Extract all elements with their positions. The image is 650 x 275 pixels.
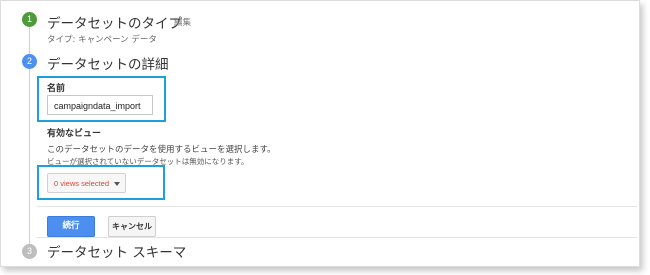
views-select-label: 0 views selected	[54, 179, 110, 188]
views-select-dropdown[interactable]: 0 views selected	[47, 173, 126, 193]
section-divider	[37, 206, 637, 207]
step-connector-line	[29, 69, 30, 244]
dataset-name-input[interactable]: campaigndata_import	[47, 95, 153, 115]
chevron-down-icon	[114, 182, 120, 186]
step-3-title: データセット スキーマ	[47, 245, 187, 261]
name-label: 名前	[47, 84, 66, 94]
step-1-indicator: 1	[22, 12, 37, 27]
continue-button[interactable]: 続行	[47, 216, 95, 237]
edit-link[interactable]: 編集	[174, 16, 191, 28]
step-3-indicator: 3	[22, 244, 37, 259]
dataset-wizard-panel: 1 データセットのタイプ 編集 タイプ: キャンペーン データ 2 データセット…	[0, 0, 640, 267]
step-1-title: データセットのタイプ	[47, 16, 182, 32]
active-views-label: 有効なビュー	[47, 129, 102, 139]
views-description: このデータセットのデータを使用するビューを選択します。	[47, 145, 276, 155]
dataset-type-value: タイプ: キャンペーン データ	[47, 35, 157, 45]
section-divider	[37, 237, 637, 238]
step-2-title: データセットの詳細	[47, 57, 169, 73]
step-connector-line	[29, 27, 30, 54]
cancel-button[interactable]: キャンセル	[108, 216, 156, 237]
step-2-indicator: 2	[22, 54, 37, 69]
